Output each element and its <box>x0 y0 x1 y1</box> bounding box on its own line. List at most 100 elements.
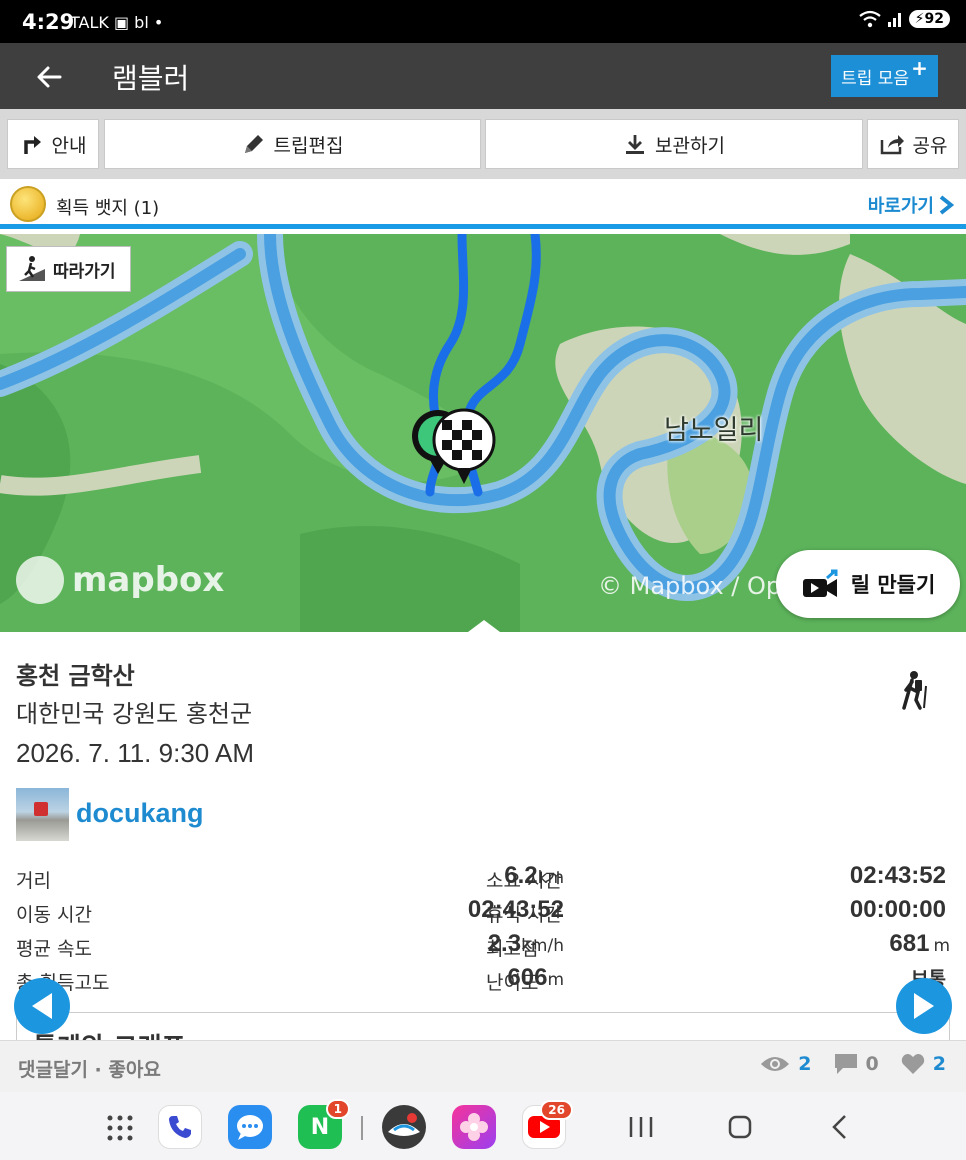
back-button[interactable] <box>30 57 70 97</box>
save-label: 보관하기 <box>655 134 725 157</box>
ramblr-app-icon[interactable] <box>382 1105 426 1149</box>
map-attribution[interactable]: © Mapbox / Op <box>598 572 781 600</box>
home-icon[interactable] <box>728 1115 752 1139</box>
edit-trip-button[interactable]: 트립편집 <box>104 119 481 169</box>
stat-value-group-2: 681 m <box>889 930 950 958</box>
naver-app-icon[interactable]: N 1 <box>298 1099 350 1149</box>
mapbox-wordmark: mapbox <box>72 560 225 600</box>
stat-unit-2: m <box>933 936 950 956</box>
badge-bar[interactable]: 획득 뱃지 (1) 바로가기 <box>0 179 966 229</box>
engagement-counts: 2 0 2 <box>760 1053 946 1075</box>
avatar-figure <box>34 802 48 816</box>
chat-bubble-icon <box>237 1115 263 1140</box>
youtube-app-icon[interactable]: 26 <box>522 1100 573 1149</box>
guide-button[interactable]: 안내 <box>7 119 99 169</box>
stat-value-2: 681 <box>889 930 930 957</box>
dock-divider <box>361 1116 363 1140</box>
mapbox-logo: mapbox <box>16 556 224 604</box>
battery-indicator: ⚡92 <box>908 10 950 28</box>
follow-button[interactable]: 따라가기 <box>6 246 131 292</box>
triangle-left-icon <box>32 993 52 1019</box>
save-button[interactable]: 보관하기 <box>485 119 863 169</box>
guide-label: 안내 <box>51 134 87 157</box>
hiker-climb-icon <box>19 256 45 281</box>
heart-icon <box>901 1054 924 1074</box>
stat-label-2: 소요 시간 <box>486 870 562 892</box>
eye-icon <box>761 1057 790 1071</box>
stat-label-2: 휴식 시간 <box>486 904 562 926</box>
app-drawer-icon[interactable] <box>106 1114 134 1142</box>
trip-collection-button[interactable]: 트립 모음 + <box>831 55 938 97</box>
badge-medal-icon <box>10 186 46 222</box>
comment-like-link[interactable]: 댓글달기 · 좋아요 <box>18 1055 161 1082</box>
plus-icon: + <box>911 56 928 80</box>
status-time: 4:29 <box>22 10 75 34</box>
follow-label: 따라가기 <box>53 261 116 282</box>
phone-icon <box>169 1116 191 1138</box>
stat-row: 거리 6.2km 소요 시간 02:43:52 <box>0 862 966 896</box>
triangle-right-icon <box>914 993 934 1019</box>
badge-shortcut-link[interactable]: 바로가기 <box>868 192 954 218</box>
arrow-left-icon <box>37 66 62 88</box>
trip-title: 홍천 금학산 <box>16 662 135 690</box>
signal-icon <box>887 13 901 27</box>
like-count: 2 <box>932 1053 946 1075</box>
share-icon <box>880 135 904 155</box>
share-button[interactable]: 공유 <box>867 119 959 169</box>
messages-app-icon[interactable] <box>228 1105 272 1149</box>
next-trip-button[interactable] <box>896 978 952 1034</box>
view-count: 2 <box>798 1053 812 1075</box>
username-link[interactable]: docukang <box>76 798 204 829</box>
flower-icon <box>460 1113 488 1141</box>
trip-location: 대한민국 강원도 홍천군 <box>16 700 253 728</box>
phone-app-icon[interactable] <box>158 1105 202 1149</box>
status-bar: 4:29 TALK ▣ bl • ⚡92 <box>0 0 966 43</box>
wifi-icon <box>858 10 881 28</box>
stat-unit: m <box>547 970 564 990</box>
system-back-icon[interactable] <box>830 1114 850 1140</box>
badge-count-label: 획득 뱃지 (1) <box>56 198 160 219</box>
pencil-icon <box>244 135 263 153</box>
system-nav-bar: N 1 26 <box>0 1092 966 1160</box>
stat-value-2: 00:00:00 <box>849 896 946 923</box>
stat-label: 이동 시간 <box>16 904 92 926</box>
youtube-badge: 26 <box>540 1100 573 1120</box>
mapbox-mark-icon <box>16 556 64 604</box>
trip-details: 홍천 금학산 대한민국 강원도 홍천군 2026. 7. 11. 9:30 AM… <box>0 620 966 1052</box>
badge-shortcut-label: 바로가기 <box>867 196 934 217</box>
make-reel-label: 릴 만들기 <box>850 573 936 597</box>
make-reel-button[interactable]: 릴 만들기 <box>776 550 960 618</box>
stat-label-2: 난이도 <box>486 972 539 994</box>
comment-icon <box>834 1054 857 1074</box>
user-avatar[interactable] <box>16 788 69 841</box>
status-right: ⚡92 <box>858 10 950 28</box>
stat-row: 이동 시간 02:43:52 휴식 시간 00:00:00 <box>0 896 966 930</box>
stat-label: 평균 속도 <box>16 938 92 960</box>
map-place-label: 남노일리 <box>664 415 764 446</box>
stat-row: 총 획득고도 606m 난이도 보통 <box>0 964 966 998</box>
map-pointer <box>468 620 500 632</box>
trip-map[interactable]: 따라가기 남노일리 mapbox © Mapbox / Op 릴 만들기 <box>0 234 966 632</box>
download-icon <box>626 135 645 154</box>
recent-apps-icon[interactable] <box>628 1116 654 1138</box>
chevron-right-icon <box>939 195 954 215</box>
naver-letter: N <box>310 1114 330 1140</box>
battery-level: 92 <box>924 11 944 27</box>
comment-count: 0 <box>865 1053 879 1075</box>
stat-value-2: 02:43:52 <box>849 862 946 889</box>
previous-trip-button[interactable] <box>14 978 70 1034</box>
stat-value-group-2: 00:00:00 <box>850 896 950 924</box>
stat-value-group-2: 02:43:52 <box>850 862 950 890</box>
gallery-app-icon[interactable] <box>452 1105 496 1149</box>
hiking-icon <box>902 671 927 710</box>
turn-right-icon <box>23 136 41 154</box>
app-bar: 램블러 트립 모음 + <box>0 43 966 109</box>
trip-datetime: 2026. 7. 11. 9:30 AM <box>16 738 255 768</box>
stat-label: 거리 <box>16 870 51 892</box>
stat-row: 평균 속도 2.3km/h 최고점 681 m <box>0 930 966 964</box>
action-toolbar: 안내 트립편집 보관하기 공유 <box>0 109 966 179</box>
app-title: 램블러 <box>112 62 190 95</box>
status-app-icons: TALK ▣ bl • <box>70 13 164 32</box>
trip-collection-label: 트립 모음 <box>841 68 910 89</box>
video-camera-icon <box>802 569 838 597</box>
